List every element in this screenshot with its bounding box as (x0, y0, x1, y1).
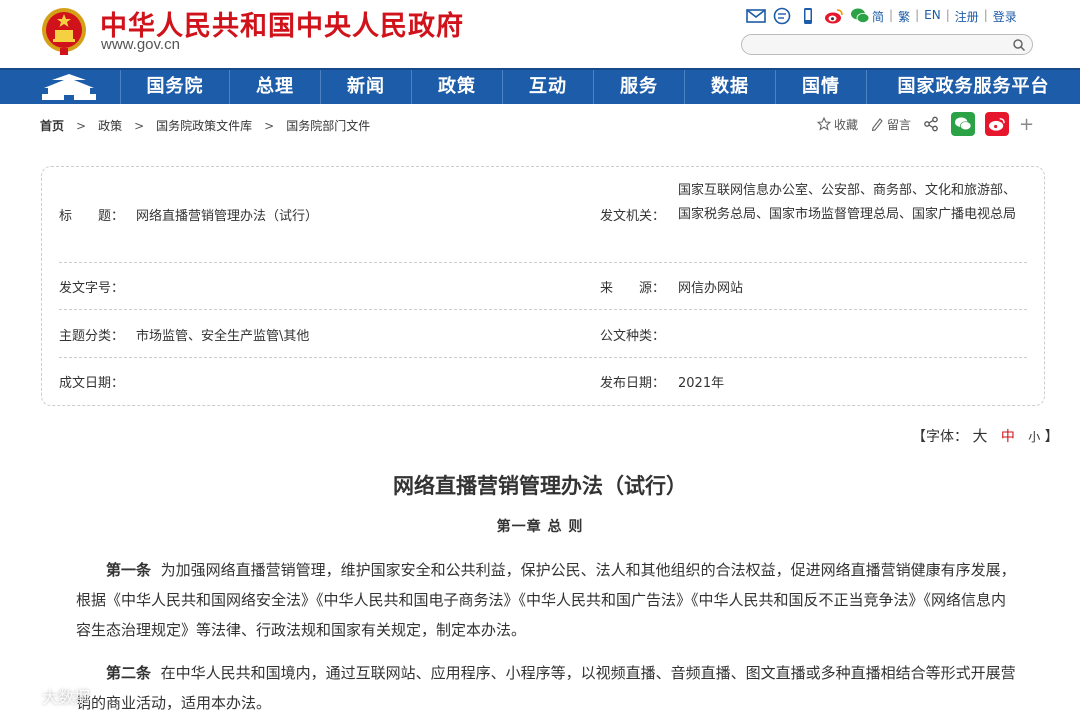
article-paragraph: 第二条 在中华人民共和国境内，通过互联网站、应用程序、小程序等，以视频直播、音频… (76, 658, 1016, 718)
article-clause-label: 第二条 (106, 664, 152, 682)
nav-item-premier[interactable]: 总理 (229, 70, 320, 104)
comment-button[interactable]: 留言 (870, 116, 911, 133)
breadcrumb-home[interactable]: 首页 (40, 117, 64, 134)
watermark-text: 大数据 (42, 688, 91, 707)
search-input[interactable] (741, 34, 1033, 55)
info-row: 成文日期： 发布日期： 2021年 (59, 358, 1027, 406)
source-value: 网信办网站 (678, 281, 744, 296)
star-icon (817, 117, 831, 131)
written-date-label: 成文日期： (59, 376, 125, 391)
font-size-small-button[interactable]: 小 (1028, 430, 1040, 444)
article-paragraph: 第一条 为加强网络直播营销管理，维护国家安全和公共利益，保护公民、法人和其他组织… (76, 555, 1016, 645)
docno-label: 发文字号： (59, 281, 125, 296)
title-label: 标 题： (59, 209, 125, 224)
title-value: 网络直播营销管理办法（试行） (136, 209, 319, 224)
publish-date-value: 2021年 (678, 376, 725, 391)
chapter-heading: 第一章 总 则 (496, 519, 584, 535)
font-size-suffix: 】 (1044, 429, 1059, 445)
doctype-label: 公文种类： (600, 329, 666, 344)
chevron-right-icon: > (264, 118, 275, 133)
weibo-share-icon[interactable] (985, 112, 1010, 136)
login-link[interactable]: 登录 (993, 8, 1017, 25)
topic-value: 市场监管、安全生产监管\其他 (136, 329, 310, 344)
info-row: 标 题： 网络直播营销管理办法（试行） 发文机关： 国家互联网信息办公室、公安部… (59, 167, 1027, 263)
document-info-table: 标 题： 网络直播营销管理办法（试行） 发文机关： 国家互联网信息办公室、公安部… (41, 166, 1045, 406)
breadcrumb: 首页 > 政策 > 国务院政策文件库 > 国务院部门文件 (40, 117, 370, 134)
publish-date-label: 发布日期： (600, 376, 666, 391)
search-icon[interactable] (1012, 38, 1026, 52)
tiananmen-home-icon[interactable] (38, 72, 100, 102)
article-title: 网络直播营销管理办法（试行） (393, 473, 687, 498)
wechat-icon[interactable] (850, 7, 870, 25)
info-row: 主题分类： 市场监管、安全生产监管\其他 公文种类： (59, 310, 1027, 358)
share-icon[interactable] (923, 116, 939, 132)
font-size-medium-button[interactable]: 中 (1001, 429, 1015, 445)
breadcrumb-policy-library[interactable]: 国务院政策文件库 (156, 117, 252, 134)
chevron-right-icon: > (76, 118, 87, 133)
weibo-watermark-icon (5, 690, 34, 707)
font-size-prefix: 【字体： (912, 429, 968, 445)
share-toolbar: 收藏 留言 + (817, 112, 1034, 136)
pen-icon (871, 118, 883, 131)
breadcrumb-department-docs[interactable]: 国务院部门文件 (286, 117, 370, 134)
source-label: 来 源： (600, 281, 666, 296)
language-links: 简 | 繁 | EN | 注册 | 登录 (872, 8, 1017, 25)
site-header: 中华人民共和国中央人民政府 www.gov.cn 简 | 繁 | EN | 注册 | 登… (0, 0, 1080, 68)
nav-item-gov-service-platform[interactable]: 国家政务服务平台 (866, 70, 1080, 104)
nav-item-national-info[interactable]: 国情 (775, 70, 866, 104)
org-value: 国家互联网信息办公室、公安部、商务部、文化和旅游部、国家税务总局、国家市场监督管… (678, 183, 1017, 222)
breadcrumb-policy[interactable]: 政策 (98, 117, 122, 134)
mobile-icon[interactable] (798, 7, 818, 25)
nav-item-state-council[interactable]: 国务院 (120, 70, 229, 104)
info-row: 发文字号： 来 源： 网信办网站 (59, 263, 1027, 310)
nav-item-policy[interactable]: 政策 (411, 70, 502, 104)
lang-simplified-link[interactable]: 简 (872, 8, 884, 25)
article-clause-text: 在中华人民共和国境内，通过互联网站、应用程序、小程序等，以视频直播、音频直播、图… (76, 664, 1016, 712)
register-link[interactable]: 注册 (955, 8, 979, 25)
main-nav: 国务院 总理 新闻 政策 互动 服务 数据 国情 国家政务服务平台 (0, 68, 1080, 104)
mail-icon[interactable] (746, 7, 766, 25)
wechat-share-icon[interactable] (951, 112, 976, 136)
national-emblem-icon[interactable] (40, 6, 88, 56)
favorite-button[interactable]: 收藏 (817, 116, 858, 133)
font-size-large-button[interactable]: 大 (972, 427, 987, 445)
topic-label: 主题分类： (59, 329, 125, 344)
top-tools (746, 6, 870, 26)
chevron-right-icon: > (134, 118, 145, 133)
chat-icon[interactable] (772, 7, 792, 25)
nav-item-interaction[interactable]: 互动 (502, 70, 593, 104)
more-plus-icon[interactable]: + (1019, 114, 1034, 135)
comment-label: 留言 (887, 117, 912, 132)
lang-english-link[interactable]: EN (924, 8, 941, 25)
weibo-icon[interactable] (824, 7, 844, 25)
article-clause-text: 为加强网络直播营销管理，维护国家安全和公共利益，保护公民、法人和其他组织的合法权… (76, 561, 1016, 639)
lang-traditional-link[interactable]: 繁 (898, 8, 910, 25)
article-clause-label: 第一条 (106, 561, 152, 579)
nav-item-news[interactable]: 新闻 (320, 70, 411, 104)
favorite-label: 收藏 (834, 117, 859, 132)
nav-item-data[interactable]: 数据 (684, 70, 775, 104)
watermark: 大数据 (4, 684, 90, 708)
nav-item-services[interactable]: 服务 (593, 70, 684, 104)
font-size-control: 【字体： 大 中 小 】 (912, 425, 1059, 446)
site-domain[interactable]: www.gov.cn (101, 36, 180, 53)
org-label: 发文机关： (600, 209, 666, 224)
